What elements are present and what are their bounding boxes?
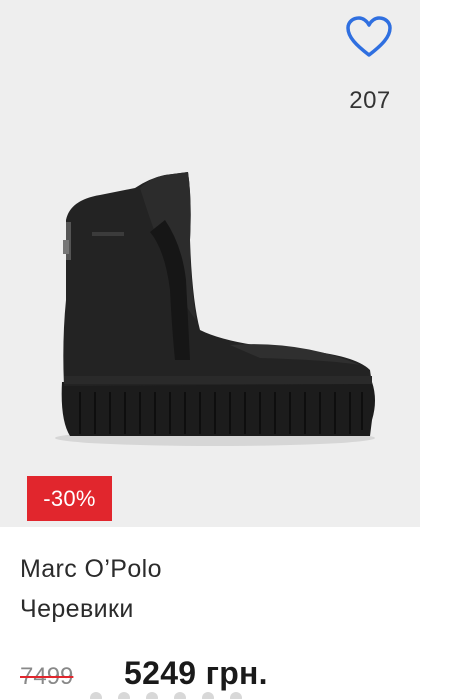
product-category[interactable]: Черевики [20,595,134,624]
favorite-button[interactable] [338,10,400,64]
color-swatch[interactable] [174,692,186,699]
new-price: 5249 грн. [124,655,268,691]
color-swatch[interactable] [90,692,102,699]
heart-icon [346,16,392,57]
color-swatch[interactable] [230,692,242,699]
color-swatch[interactable] [202,692,214,699]
product-image-area[interactable]: 207 -30% [0,0,420,527]
product-card[interactable]: 207 -30% Marc O’Polo Черевики 7499 5249 … [0,0,473,699]
product-image[interactable] [0,0,420,527]
color-swatches-row [90,692,390,699]
discount-badge: -30% [27,476,112,521]
color-swatch[interactable] [118,692,130,699]
old-price: 7499 [20,663,74,690]
product-brand[interactable]: Marc O’Polo [20,555,162,584]
color-swatch[interactable] [146,692,158,699]
favorite-count: 207 [349,87,391,114]
